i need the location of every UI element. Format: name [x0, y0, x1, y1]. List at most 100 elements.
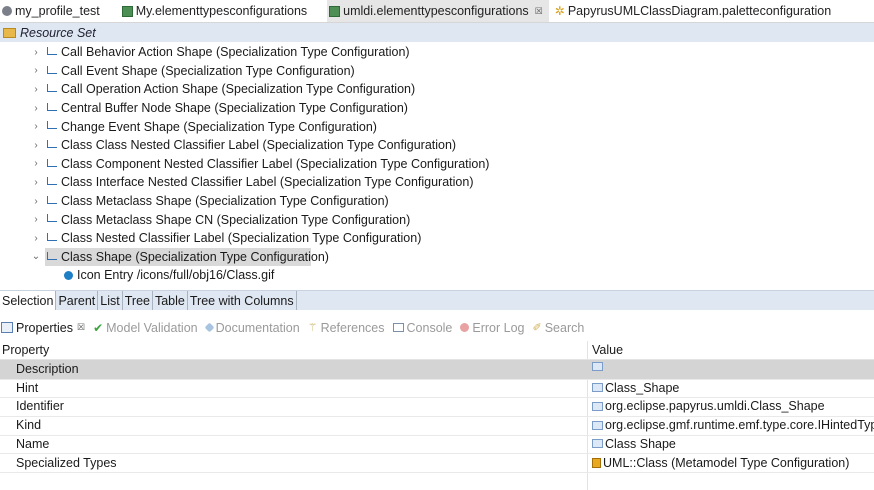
- property-value[interactable]: [592, 362, 605, 371]
- tab-parent[interactable]: Parent: [56, 291, 99, 310]
- property-row-hint[interactable]: Hint Class_Shape: [0, 379, 874, 399]
- tab-label: Selection: [2, 293, 54, 308]
- tree-item-label: Class Interface Nested Classifier Label …: [61, 175, 474, 190]
- chevron-right-icon[interactable]: ›: [31, 84, 41, 95]
- tab-tree-with-columns[interactable]: Tree with Columns: [188, 291, 297, 310]
- text-value-icon: [592, 439, 603, 449]
- text-value-icon: [592, 362, 603, 371]
- specialization-type-icon: [47, 121, 57, 130]
- chevron-right-icon[interactable]: ›: [31, 196, 41, 207]
- tab-list[interactable]: List: [98, 291, 123, 310]
- tab-label: Documentation: [215, 320, 300, 335]
- property-row-description[interactable]: Description: [0, 360, 874, 380]
- elementtypes-icon: [121, 5, 133, 17]
- editor-tab-label: My.elementtypesconfigurations: [135, 4, 308, 18]
- text-value-icon: [592, 401, 603, 411]
- property-value[interactable]: Class Shape: [592, 437, 676, 451]
- tab-label: Console: [406, 320, 453, 335]
- documentation-icon: [204, 322, 215, 333]
- editor-tab-umldi-elementtypes[interactable]: umldi.elementtypesconfigurations ☒: [327, 0, 549, 22]
- tab-label: Table: [154, 293, 185, 308]
- properties-table: Property Value Description Hint Class_Sh…: [0, 341, 874, 490]
- search-icon: ✐: [532, 322, 542, 334]
- resource-set-label: Resource Set: [20, 25, 96, 40]
- chevron-down-icon[interactable]: ⌄: [31, 251, 41, 262]
- property-key: Kind: [16, 418, 42, 433]
- resource-set-row[interactable]: Resource Set: [0, 23, 874, 42]
- specialization-type-icon: [47, 214, 57, 223]
- property-row-name[interactable]: Name Class Shape: [0, 435, 874, 455]
- tab-properties[interactable]: Properties ☒: [1, 321, 85, 335]
- tab-label: Tree with Columns: [189, 293, 294, 308]
- specialization-type-icon: [47, 251, 57, 260]
- tree-item-label: Call Behavior Action Shape (Specializati…: [61, 45, 410, 60]
- column-header-value[interactable]: Value: [592, 343, 623, 357]
- tab-table[interactable]: Table: [153, 291, 188, 310]
- tab-model-validation[interactable]: ✔ Model Validation: [93, 321, 198, 335]
- tab-tree[interactable]: Tree: [123, 291, 153, 310]
- column-header-property[interactable]: Property: [2, 343, 49, 357]
- property-row-specialized-types[interactable]: Specialized Types UML::Class (Metamodel …: [0, 454, 874, 474]
- icon-entry-icon: [64, 271, 73, 281]
- editor-tab-label: PapyrusUMLClassDiagram.paletteconfigurat…: [567, 4, 832, 18]
- profile-icon: [2, 6, 12, 16]
- chevron-right-icon[interactable]: ›: [31, 65, 41, 76]
- tab-label: Error Log: [472, 320, 525, 335]
- chevron-right-icon[interactable]: ›: [31, 47, 41, 58]
- properties-icon: [1, 322, 13, 333]
- chevron-right-icon[interactable]: ›: [31, 121, 41, 132]
- chevron-right-icon[interactable]: ›: [31, 140, 41, 151]
- chevron-right-icon[interactable]: ›: [31, 103, 41, 114]
- editor-tab-label: my_profile_test: [15, 4, 100, 18]
- references-icon: ⚚: [307, 322, 318, 334]
- property-row-identifier[interactable]: Identifier org.eclipse.papyrus.umldi.Cla…: [0, 397, 874, 418]
- editor-tab-palette-configuration[interactable]: ✲ PapyrusUMLClassDiagram.paletteconfigur…: [553, 0, 837, 22]
- tree-item-label: Class Metaclass Shape CN (Specialization…: [61, 212, 411, 227]
- chevron-right-icon[interactable]: ›: [31, 214, 41, 225]
- tab-documentation[interactable]: Documentation: [204, 320, 300, 335]
- metamodel-icon: [592, 457, 601, 468]
- specialization-type-icon: [47, 102, 57, 111]
- tab-label: Parent: [58, 293, 96, 308]
- property-row-kind[interactable]: Kind org.eclipse.gmf.runtime.emf.type.co…: [0, 416, 874, 436]
- check-icon: ✔: [93, 320, 104, 335]
- tree-item-label: Call Operation Action Shape (Specializat…: [61, 82, 416, 97]
- folder-icon: [3, 27, 16, 38]
- tab-error-log[interactable]: Error Log: [460, 320, 525, 335]
- tab-selection[interactable]: Selection: [0, 291, 57, 310]
- property-value[interactable]: org.eclipse.papyrus.umldi.Class_Shape: [592, 399, 825, 413]
- tab-label: List: [100, 293, 120, 308]
- property-key: Name: [16, 436, 50, 451]
- chevron-right-icon[interactable]: ›: [31, 158, 41, 169]
- tab-console[interactable]: Console: [392, 320, 453, 335]
- tree-item-label: Class Class Nested Classifier Label (Spe…: [61, 138, 457, 153]
- tree-item-label: Central Buffer Node Shape (Specializatio…: [61, 101, 408, 116]
- chevron-right-icon[interactable]: ›: [31, 233, 41, 244]
- property-value-text: org.eclipse.gmf.runtime.emf.type.core.IH…: [605, 418, 874, 433]
- property-value[interactable]: UML::Class (Metamodel Type Configuration…: [592, 456, 849, 470]
- close-icon[interactable]: ☒: [77, 322, 85, 333]
- text-value-icon: [592, 383, 603, 393]
- editor-tab-my-elementtypes[interactable]: My.elementtypesconfigurations: [120, 0, 313, 22]
- specialization-type-icon: [47, 177, 57, 186]
- chevron-right-icon[interactable]: ›: [31, 177, 41, 188]
- close-icon[interactable]: ☒: [535, 6, 543, 17]
- specialization-type-icon: [47, 158, 57, 167]
- property-value-text: UML::Class (Metamodel Type Configuration…: [603, 455, 850, 470]
- editor-tab-my-profile-test[interactable]: my_profile_test: [0, 0, 106, 22]
- specialization-type-icon: [47, 233, 57, 241]
- specialization-type-icon: [47, 140, 57, 148]
- property-value[interactable]: org.eclipse.gmf.runtime.emf.type.core.IH…: [592, 418, 874, 432]
- table-header: Property Value: [0, 341, 874, 360]
- tab-label: Model Validation: [106, 320, 198, 335]
- elementtypes-icon: [329, 5, 341, 17]
- property-key: Specialized Types: [16, 455, 117, 470]
- specialization-type-icon: [47, 84, 57, 93]
- property-value[interactable]: Class_Shape: [592, 381, 679, 395]
- view-tab-bar: Properties ☒ ✔ Model Validation Document…: [0, 317, 874, 338]
- tab-references[interactable]: ⚚ References: [308, 321, 385, 335]
- tree-item-label: Class Shape (Specialization Type Configu…: [61, 249, 329, 264]
- editor-tab-label: umldi.elementtypesconfigurations: [343, 4, 529, 18]
- tree-item-label: Class Metaclass Shape (Specialization Ty…: [61, 194, 389, 209]
- tab-search[interactable]: ✐ Search: [533, 321, 585, 335]
